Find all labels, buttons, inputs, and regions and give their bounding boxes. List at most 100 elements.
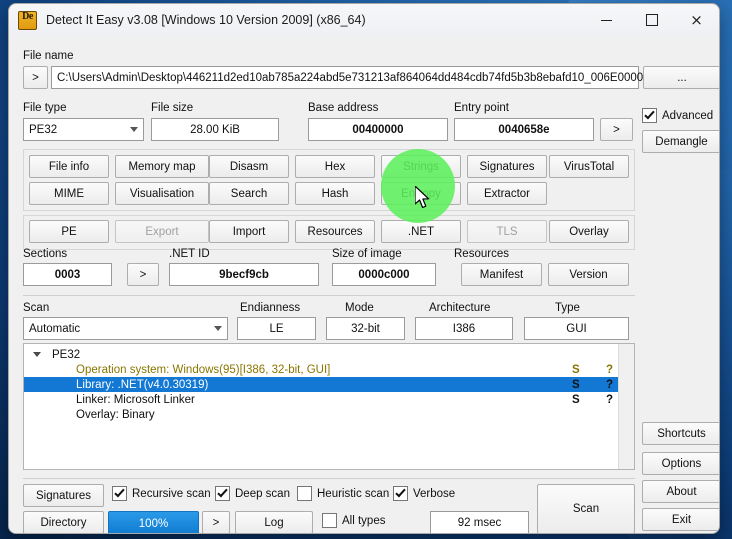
tree-row-s[interactable]: S <box>572 379 580 391</box>
log-button[interactable]: Log <box>235 511 313 533</box>
close-icon: × <box>690 10 703 29</box>
file-type-label: File type <box>23 102 67 114</box>
shortcuts-button[interactable]: Shortcuts <box>642 422 719 445</box>
tree-row-s[interactable]: S <box>572 364 580 376</box>
tool-button-virustotal[interactable]: VirusTotal <box>549 155 629 178</box>
entry-point-go-button[interactable]: > <box>600 118 633 141</box>
tree-row-library[interactable]: Library: .NET(v4.0.30319) S ? <box>24 377 634 392</box>
net-id-value[interactable]: 9becf9cb <box>169 263 319 286</box>
main-window: Detect It Easy v3.08 [Windows 10 Version… <box>8 3 720 534</box>
options-button[interactable]: Options <box>642 452 719 475</box>
demangle-button[interactable]: Demangle <box>642 130 719 153</box>
tool-button-strings[interactable]: Strings <box>381 155 461 178</box>
checkbox-box-icon <box>297 486 312 501</box>
sections-label: Sections <box>23 248 68 260</box>
mode-label: Mode <box>345 302 374 314</box>
tree-row-q[interactable]: ? <box>606 364 613 376</box>
format-button-overlay[interactable]: Overlay <box>549 220 629 243</box>
base-address-label: Base address <box>308 102 379 114</box>
deep-scan-checkbox[interactable]: Deep scan <box>215 486 290 501</box>
endianness-label: Endianness <box>240 302 301 314</box>
tree-row-text: Linker: Microsoft Linker <box>76 393 195 406</box>
recursive-scan-label: Recursive scan <box>132 487 211 500</box>
tree-scrollbar[interactable] <box>618 344 634 469</box>
file-path-input[interactable]: C:\Users\Admin\Desktop\446211d2ed10ab785… <box>51 66 662 89</box>
advanced-label: Advanced <box>662 109 714 122</box>
close-button[interactable]: × <box>674 4 719 36</box>
file-name-expand-button[interactable]: > <box>23 66 48 89</box>
deep-scan-label: Deep scan <box>235 487 290 500</box>
scan-results-tree[interactable]: PE32 Operation system: Windows(95)[I386,… <box>23 343 635 470</box>
base-address-value[interactable]: 00400000 <box>308 118 448 141</box>
signatures-button[interactable]: Signatures <box>23 484 104 507</box>
tree-root-row[interactable]: PE32 <box>24 347 634 362</box>
progress-expand-button[interactable]: > <box>202 511 230 533</box>
tree-row-overlay[interactable]: Overlay: Binary <box>24 407 634 422</box>
resources-manifest-button[interactable]: Manifest <box>461 263 542 286</box>
format-button-resources[interactable]: Resources <box>295 220 375 243</box>
tool-button-memory-map[interactable]: Memory map <box>115 155 209 178</box>
chevron-down-icon <box>130 127 138 132</box>
tool-button-hex[interactable]: Hex <box>295 155 375 178</box>
elapsed-time-value: 92 msec <box>430 511 529 533</box>
tool-button-signatures[interactable]: Signatures <box>467 155 547 178</box>
tool-button-visualisation[interactable]: Visualisation <box>115 182 209 205</box>
tree-row-q[interactable]: ? <box>606 394 613 406</box>
resources-version-button[interactable]: Version <box>548 263 629 286</box>
chevron-down-icon[interactable] <box>33 352 41 357</box>
all-types-checkbox[interactable]: All types <box>322 513 385 528</box>
format-button-import[interactable]: Import <box>209 220 289 243</box>
checkbox-box-icon <box>393 486 408 501</box>
sections-value[interactable]: 0003 <box>23 263 112 286</box>
advanced-checkbox[interactable]: Advanced <box>642 108 713 123</box>
entry-point-label: Entry point <box>454 102 509 114</box>
tree-row-operation-system[interactable]: Operation system: Windows(95)[I386, 32-b… <box>24 362 634 377</box>
tree-row-linker[interactable]: Linker: Microsoft Linker S ? <box>24 392 634 407</box>
sections-expand-button[interactable]: > <box>127 263 159 286</box>
tool-button-hash[interactable]: Hash <box>295 182 375 205</box>
maximize-button[interactable] <box>629 4 674 36</box>
tree-row-q[interactable]: ? <box>606 379 613 391</box>
tree-row-s[interactable]: S <box>572 394 580 406</box>
verbose-label: Verbose <box>413 487 456 500</box>
scan-button[interactable]: Scan <box>537 484 635 533</box>
tree-row-text: Library: .NET(v4.0.30319) <box>76 378 209 391</box>
tool-button-file-info[interactable]: File info <box>29 155 109 178</box>
resources-label: Resources <box>454 248 509 260</box>
divider-2 <box>23 478 635 479</box>
exit-button[interactable]: Exit <box>642 508 719 531</box>
tool-button-extractor[interactable]: Extractor <box>467 182 547 205</box>
format-button-pe[interactable]: PE <box>29 220 109 243</box>
tree-row-text: Overlay: Binary <box>76 408 155 421</box>
file-type-value: PE32 <box>29 123 58 136</box>
verbose-checkbox[interactable]: Verbose <box>393 486 455 501</box>
architecture-label: Architecture <box>429 302 491 314</box>
window-controls: × <box>584 4 719 36</box>
heuristic-scan-label: Heuristic scan <box>317 487 390 500</box>
browse-file-button[interactable]: ... <box>643 66 719 89</box>
tool-button-disasm[interactable]: Disasm <box>209 155 289 178</box>
directory-button[interactable]: Directory <box>23 511 104 533</box>
recursive-scan-checkbox[interactable]: Recursive scan <box>112 486 211 501</box>
format-button-dotnet[interactable]: .NET <box>381 220 461 243</box>
divider-1 <box>23 295 635 296</box>
size-of-image-value[interactable]: 0000c000 <box>332 263 436 286</box>
checkbox-box-icon <box>322 513 337 528</box>
minimize-icon <box>601 19 612 21</box>
file-type-combo[interactable]: PE32 <box>23 118 144 141</box>
tree-row-text: Operation system: Windows(95)[I386, 32-b… <box>76 363 331 376</box>
entry-point-value[interactable]: 0040658e <box>454 118 594 141</box>
type-value: GUI <box>524 317 629 340</box>
tool-button-search[interactable]: Search <box>209 182 289 205</box>
minimize-button[interactable] <box>584 4 629 36</box>
checkbox-box-icon <box>112 486 127 501</box>
endianness-value: LE <box>237 317 316 340</box>
chevron-down-icon <box>214 326 222 331</box>
heuristic-scan-checkbox[interactable]: Heuristic scan <box>297 486 389 501</box>
format-button-export: Export <box>115 220 209 243</box>
size-of-image-label: Size of image <box>332 248 402 260</box>
scan-type-combo[interactable]: Automatic <box>23 317 228 340</box>
about-button[interactable]: About <box>642 480 719 503</box>
tool-button-entropy[interactable]: Entropy <box>381 182 461 205</box>
tool-button-mime[interactable]: MIME <box>29 182 109 205</box>
